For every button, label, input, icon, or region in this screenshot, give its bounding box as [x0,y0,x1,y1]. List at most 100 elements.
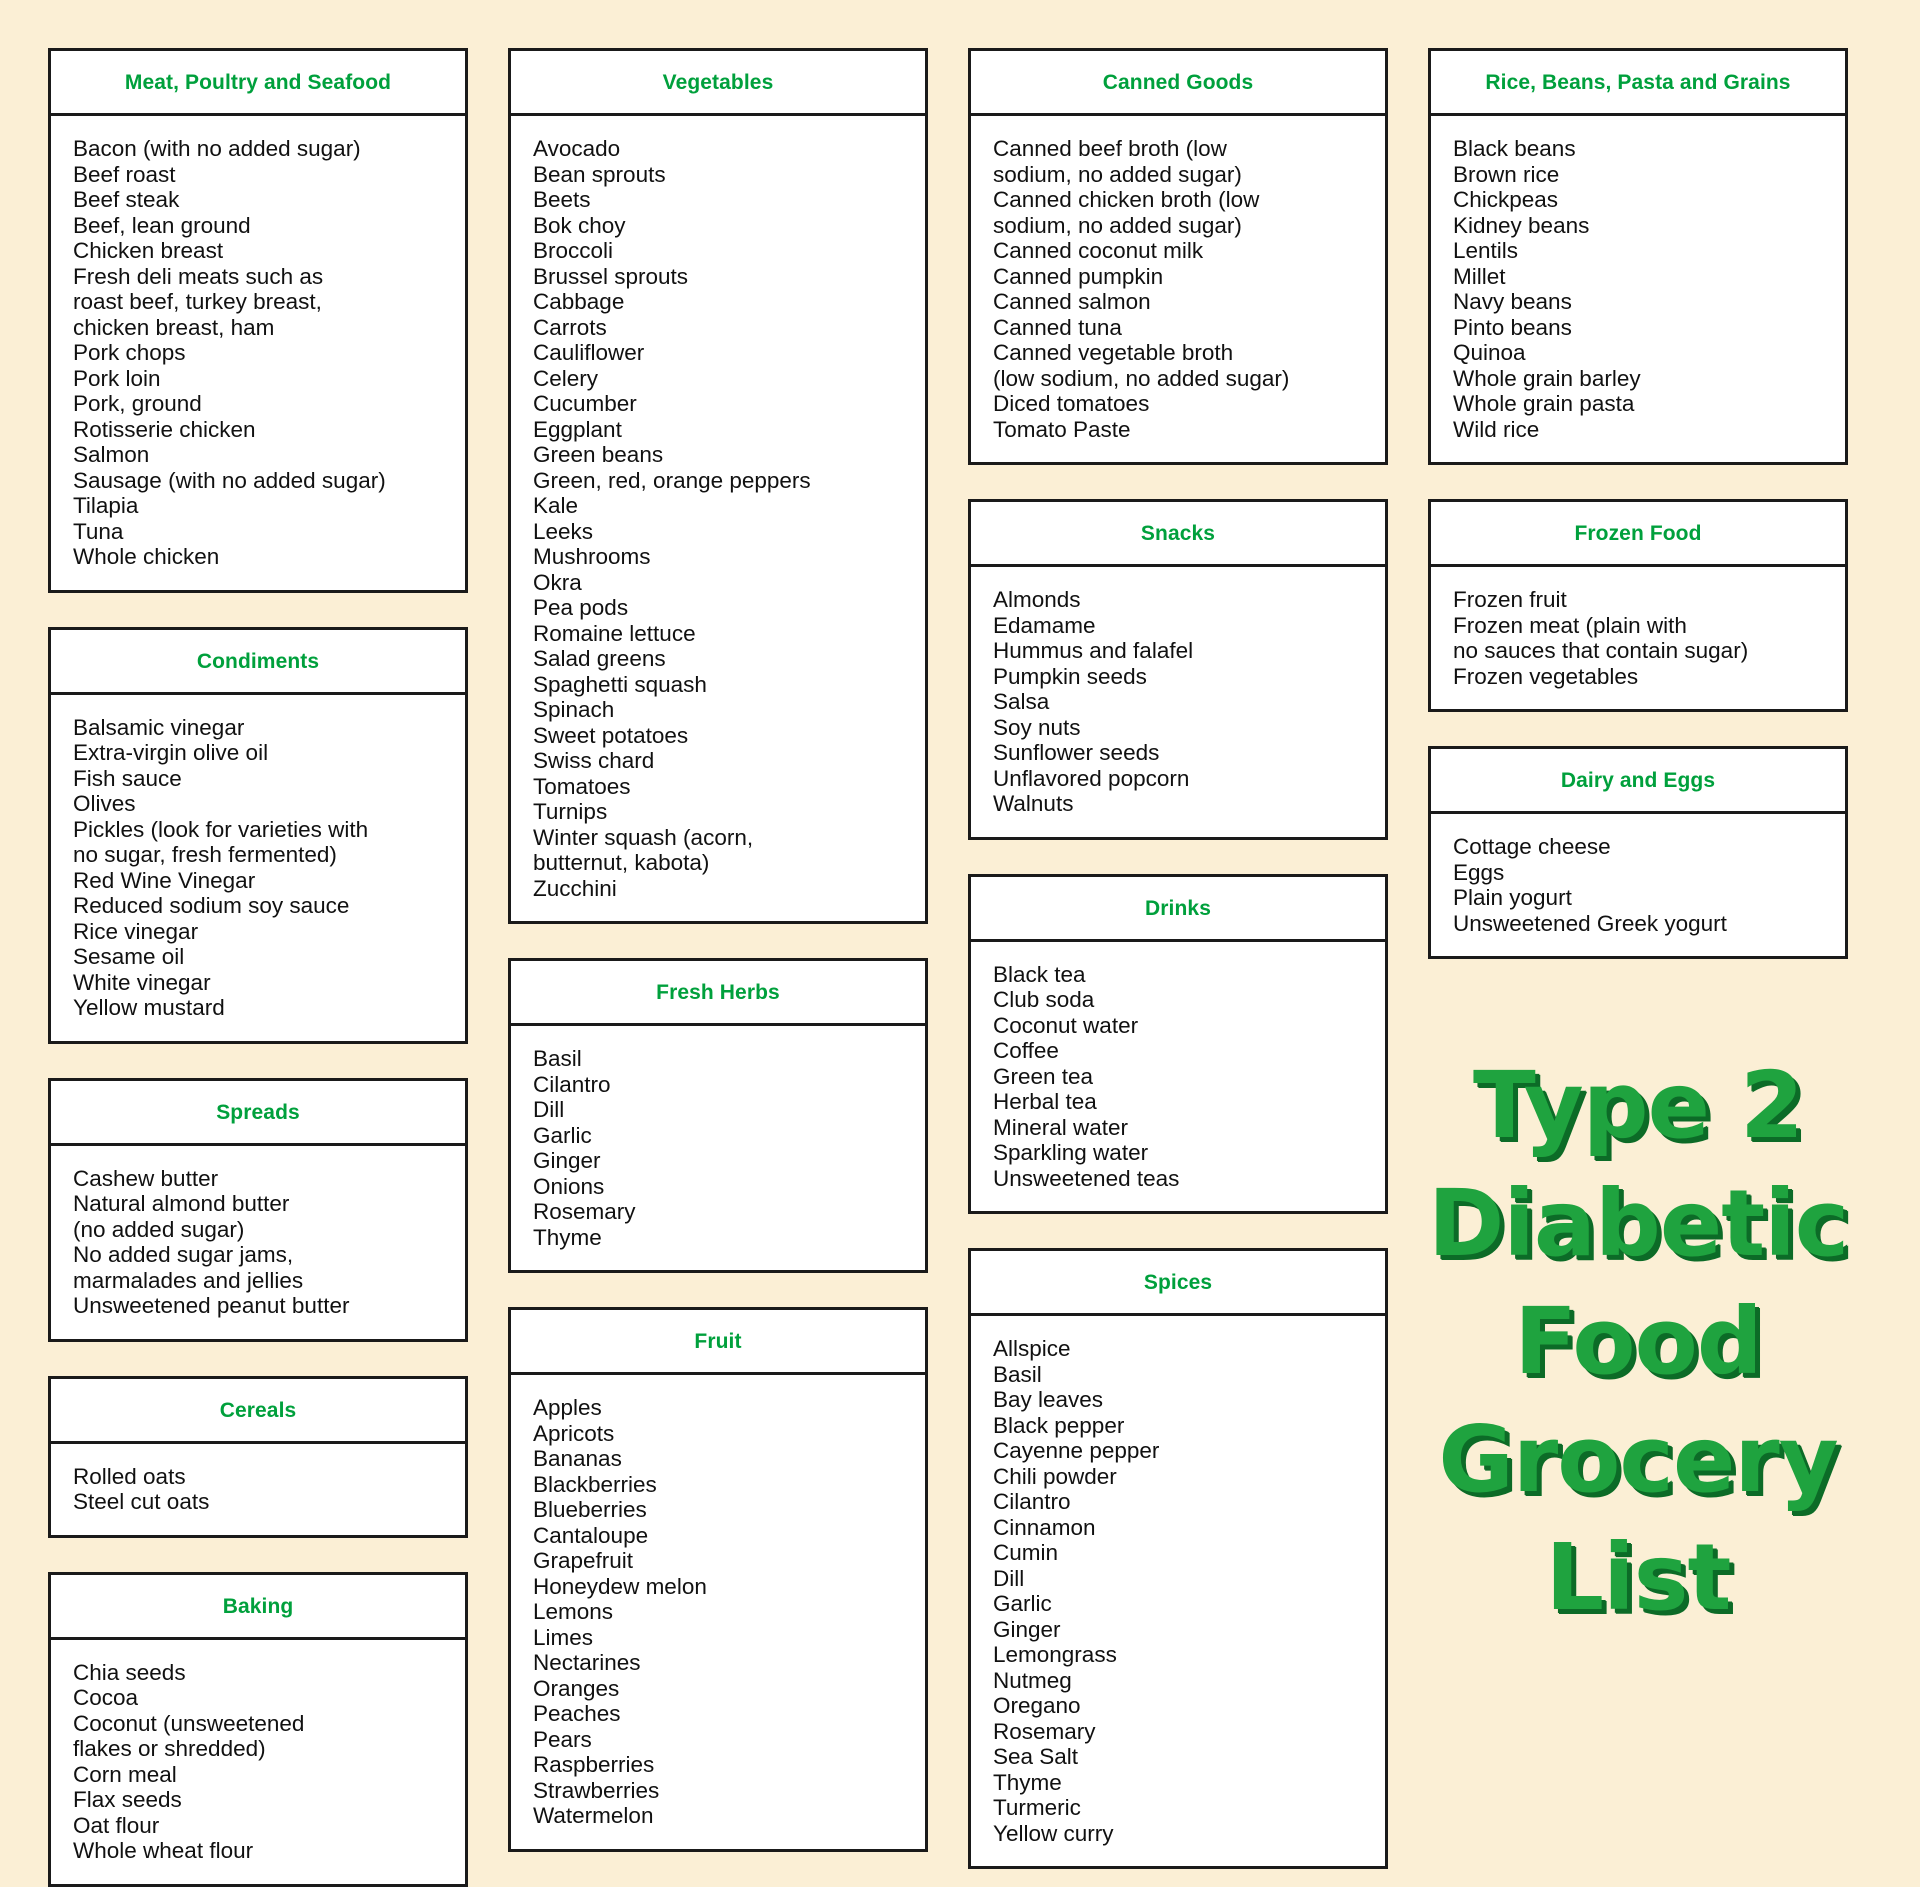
list-item: Salsa [993,689,1050,714]
list-item: Eggplant [533,416,622,442]
list-item: Grapefruit [533,1548,634,1573]
list-item: Oregano [993,1693,1081,1718]
list-item: Canned pumpkin [993,263,1164,289]
list-item: Blueberries [533,1497,647,1522]
list-item: Eggs [1453,859,1505,885]
list-item: Rotisserie chicken [73,416,256,442]
list-item: Diced tomatoes [993,391,1150,416]
list-item: Cashew butter [73,1165,219,1191]
section-items-canned-goods: Canned beef broth (low sodium, no added … [971,116,1385,462]
section-card-dairy-and-eggs: Dairy and Eggs Cottage cheese Eggs Plain yo… [1428,746,1848,959]
list-item: Beef steak [73,187,180,212]
list-item: Fish sauce [73,765,182,791]
section-heading-dairy-and-eggs: Dairy and Eggs [1431,749,1845,814]
section-heading-drinks: Drinks [971,876,1385,942]
list-item: Chicken breast [73,238,224,263]
list-item: Lemons [533,1599,614,1624]
list-item: Frozen vegetables [1453,663,1639,689]
section-heading-vegetables: Vegetables [511,51,925,116]
list-item: Raspberries [533,1752,655,1777]
list-item: Bananas [533,1446,622,1471]
list-item: Dill [993,1565,1025,1591]
list-item: Broccoli [533,238,614,263]
list-item: Whole chicken [73,544,220,569]
section-heading-canned-goods: Canned Goods [971,51,1385,116]
section-items-drinks: Black tea Club soda Coconut water Coffee Gre… [971,941,1385,1211]
list-item: Carrots [533,314,607,340]
section-heading-rice-beans-pasta-and-grains: Rice, Beans, Pasta and Grains [1431,51,1845,116]
list-item: Soy nuts [993,714,1081,740]
list-item: Swiss chard [533,748,655,773]
list-item: Pork chops [73,340,186,365]
list-item: Cilantro [993,1489,1071,1514]
list-item: Apples [533,1395,602,1420]
list-item: Plain yogurt [1453,885,1572,910]
list-item: Club soda [993,987,1095,1012]
list-item: Nutmeg [993,1667,1072,1693]
list-item: Sweet potatoes [533,722,689,748]
section-heading-condiments: Condiments [51,629,465,695]
list-item: Thyme [533,1224,602,1250]
list-item: Green, red, orange peppers [533,467,811,493]
list-item: Whole grain pasta [1453,391,1635,416]
list-item: Garlic [993,1591,1052,1616]
list-item: Peaches [533,1701,621,1726]
list-item: Tomato Paste [993,416,1131,442]
title-line-5: List [1545,1524,1732,1631]
list-item: Cabbage [533,289,625,314]
section-items-spices: Allspice Basil Bay leaves Black pepper Cayen… [971,1316,1385,1866]
section-heading-fresh-herbs: Fresh Herbs [511,961,925,1026]
list-item: Pears [533,1726,592,1752]
list-item: Cilantro [533,1071,611,1097]
list-item: Black beans [1453,136,1576,161]
list-item: No added sugar jams, marmalades and jell… [73,1242,304,1293]
section-items-snacks: Almonds Edamame Hummus and falafel Pumpkin … [971,567,1385,837]
list-item: Sunflower seeds [993,740,1160,765]
title-line-1: Type 2 [1472,1052,1804,1159]
section-card-vegetables: Vegetables Avocado Bean sprouts Beets Bok ch… [508,48,928,924]
list-item: Black pepper [993,1412,1125,1438]
list-item: Ginger [993,1616,1061,1642]
list-item: Millet [1453,263,1506,289]
list-item: Sausage (with no added sugar) [73,467,386,493]
list-item: Salmon [73,442,150,467]
list-item: Herbal tea [993,1089,1097,1114]
list-item: Pumpkin seeds [993,663,1147,689]
section-heading-spices: Spices [971,1251,1385,1316]
list-item: Turnips [533,799,608,824]
list-item: Oat flour [73,1812,160,1838]
list-item: Steel cut oats [73,1489,210,1514]
section-card-frozen-food: Frozen Food Frozen fruit Frozen meat (plai… [1428,499,1848,712]
list-item: Chili powder [993,1463,1117,1489]
list-item: Kale [533,493,579,518]
list-item: Coffee [993,1038,1059,1063]
section-heading-frozen-food: Frozen Food [1431,502,1845,567]
list-item: Pea pods [533,595,629,620]
list-item: Bok choy [533,212,626,238]
list-item: Leeks [533,518,594,544]
list-item: Cottage cheese [1453,834,1611,859]
section-card-fresh-herbs: Fresh Herbs Basil Cilantro Dill Garlic Ginger… [508,958,928,1273]
list-item: Rice vinegar [73,918,199,944]
list-item: Strawberries [533,1777,660,1803]
section-card-fruit: Fruit Apples Apricots Bananas Blackberries Bl… [508,1307,928,1852]
section-items-frozen-food: Frozen fruit Frozen meat (plain with no s… [1431,567,1845,709]
column-4: Rice, Beans, Pasta and Grains Black beans… [1428,48,1849,1826]
list-item: Walnuts [993,791,1074,816]
list-item: White vinegar [73,969,211,995]
section-heading-meat-poultry-and-seafood: Meat, Poultry and Seafood [51,51,465,116]
list-item: Basil [533,1046,582,1071]
list-item: Natural almond butter (no added sugar) [73,1191,290,1242]
list-item: Navy beans [1453,289,1572,314]
list-item: Cantaloupe [533,1522,649,1548]
list-item: Lemongrass [993,1642,1117,1667]
list-item: Avocado [533,136,621,161]
list-item: Frozen fruit [1453,587,1567,612]
list-item: Zucchini [533,875,617,901]
list-item: Wild rice [1453,416,1540,442]
section-card-cereals: Cereals Rolled oats Steel cut oats [48,1375,468,1538]
section-heading-spreads: Spreads [51,1080,465,1146]
list-item: Mushrooms [533,544,651,569]
section-items-vegetables: Avocado Bean sprouts Beets Bok choy Broccoli… [511,116,925,921]
section-items-meat-poultry-and-seafood: Bacon (with no added sugar) Beef roast Bee… [51,116,465,590]
